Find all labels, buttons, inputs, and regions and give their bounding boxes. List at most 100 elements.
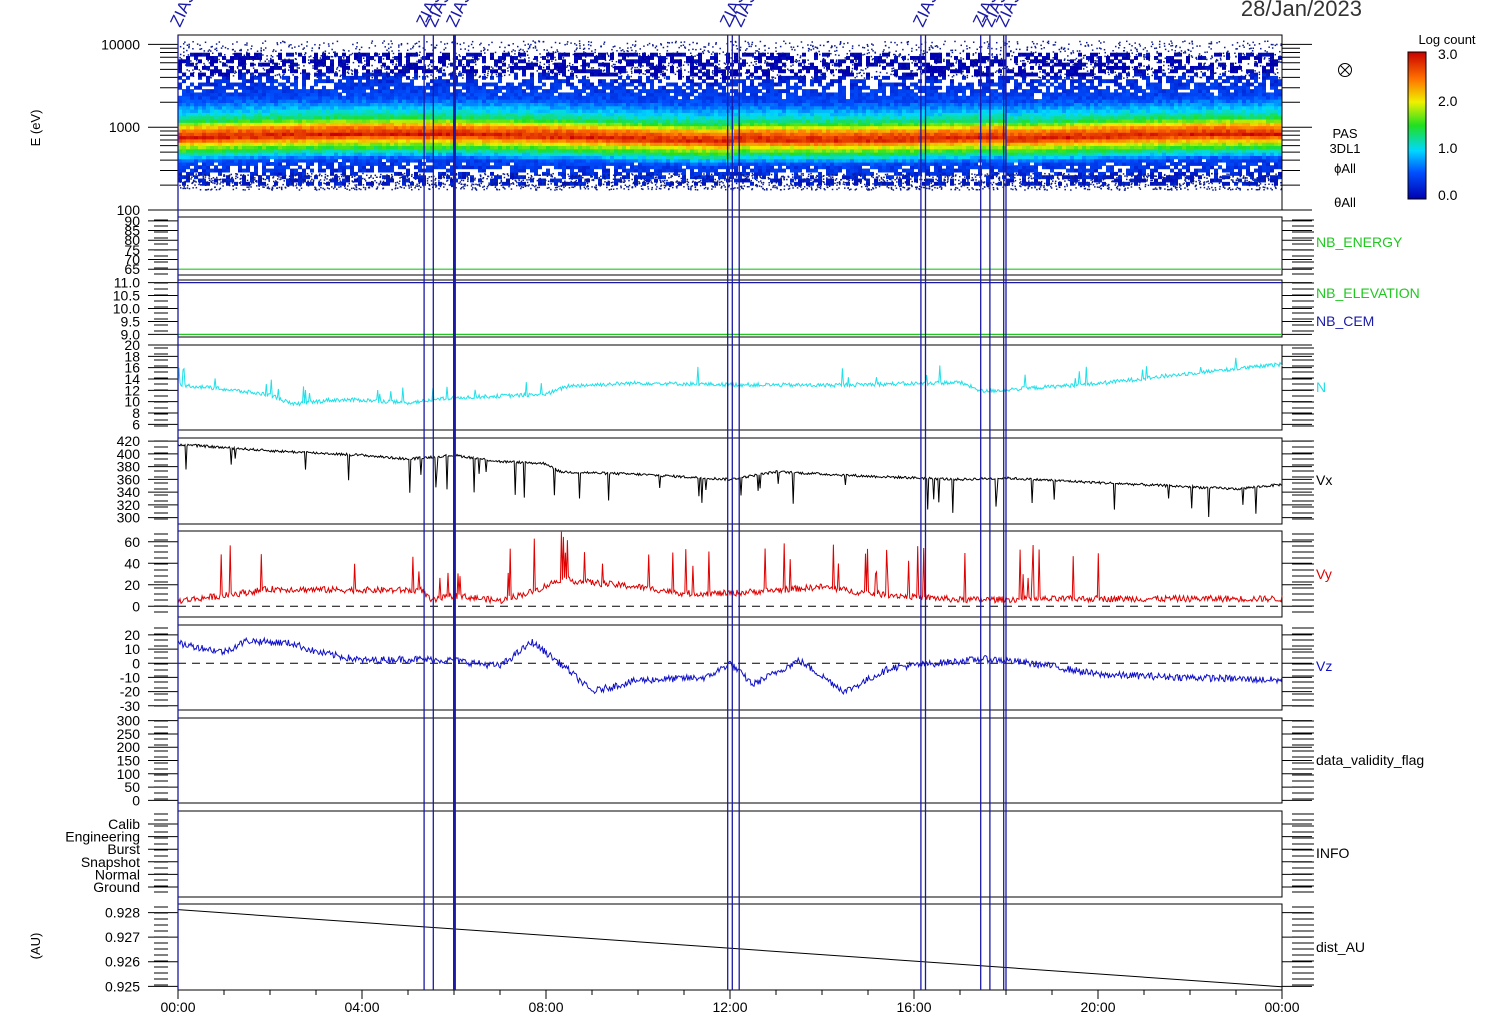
heatmap-noise: [326, 175, 329, 177]
heatmap-noise: [303, 69, 306, 72]
heatmap-cell: [194, 85, 198, 90]
spectrogram-side-label: θAll: [1334, 195, 1356, 210]
heatmap-noise: [591, 186, 593, 188]
heatmap-noise: [343, 75, 346, 77]
heatmap-noise: [474, 187, 476, 189]
heatmap-noise: [547, 56, 549, 59]
heatmap-noise: [439, 185, 442, 188]
heatmap-noise: [518, 51, 520, 54]
heatmap-noise: [556, 50, 559, 53]
heatmap-noise: [334, 186, 336, 188]
heatmap-noise: [300, 72, 302, 75]
heatmap-noise: [208, 49, 211, 51]
heatmap-noise: [466, 63, 469, 65]
heatmap-noise: [467, 178, 469, 181]
heatmap-noise: [222, 63, 224, 66]
heatmap-noise: [240, 174, 242, 176]
heatmap-noise: [550, 175, 552, 177]
heatmap-cell: [198, 59, 202, 64]
heatmap-noise: [554, 182, 556, 185]
heatmap-noise: [570, 73, 573, 75]
heatmap-noise: [255, 57, 258, 59]
heatmap-noise: [236, 184, 238, 186]
heatmap-noise: [434, 46, 437, 49]
heatmap-noise: [403, 187, 405, 189]
heatmap-noise: [530, 187, 532, 190]
heatmap-noise: [384, 68, 386, 70]
heatmap-noise: [542, 70, 545, 73]
heatmap-noise: [370, 42, 373, 44]
heatmap-noise: [276, 42, 278, 44]
heatmap-noise: [288, 44, 291, 47]
heatmap-noise: [400, 186, 403, 189]
heatmap-noise: [282, 74, 284, 77]
heatmap-noise: [426, 57, 429, 59]
heatmap-noise: [383, 54, 386, 57]
heatmap-cell: [486, 89, 490, 94]
heatmap-noise: [364, 188, 367, 191]
heatmap-noise: [254, 63, 256, 66]
heatmap-noise: [278, 63, 280, 65]
heatmap-noise: [366, 61, 369, 63]
heatmap-noise: [203, 62, 205, 65]
heatmap-noise: [255, 180, 257, 183]
heatmap-noise: [590, 70, 592, 73]
heatmap-cell: [526, 62, 530, 67]
heatmap-noise: [508, 184, 511, 186]
heatmap-noise: [395, 64, 397, 66]
heatmap-cell: [554, 95, 558, 100]
heatmap-cell: [266, 168, 270, 173]
heatmap-noise: [474, 179, 476, 181]
heatmap-noise: [188, 43, 190, 46]
heatmap-noise: [531, 75, 534, 77]
heatmap-noise: [547, 173, 550, 175]
heatmap-noise: [328, 45, 330, 47]
heatmap-noise: [508, 185, 510, 188]
heatmap-cell: [586, 69, 590, 74]
heatmap-noise: [408, 177, 410, 180]
heatmap-cell: [402, 165, 406, 170]
heatmap-noise: [266, 58, 268, 61]
heatmap-noise: [180, 187, 182, 189]
heatmap-noise: [536, 60, 538, 62]
heatmap-noise: [306, 41, 309, 43]
heatmap-cell: [594, 85, 598, 90]
heatmap-noise: [472, 56, 474, 59]
heatmap-noise: [458, 182, 460, 185]
heatmap-noise: [406, 71, 408, 74]
heatmap-noise: [315, 60, 318, 62]
heatmap-noise: [587, 41, 590, 43]
heatmap-noise: [571, 64, 574, 66]
heatmap-noise: [394, 184, 397, 187]
heatmap-noise: [182, 183, 184, 186]
heatmap-noise: [524, 176, 526, 178]
heatmap-noise: [483, 46, 485, 49]
heatmap-noise: [334, 51, 336, 53]
heatmap-noise: [340, 173, 342, 176]
heatmap-noise: [324, 50, 327, 52]
heatmap-noise: [219, 52, 222, 54]
heatmap-noise: [515, 173, 518, 175]
heatmap-cell: [414, 85, 418, 90]
heatmap-noise: [482, 180, 484, 183]
heatmap-noise: [528, 45, 531, 47]
heatmap-noise: [430, 180, 433, 182]
heatmap-noise: [224, 179, 226, 182]
heatmap-cell: [586, 79, 590, 84]
heatmap-noise: [210, 189, 212, 191]
heatmap-noise: [179, 180, 182, 183]
heatmap-noise: [246, 184, 249, 186]
heatmap-cell: [330, 89, 334, 94]
heatmap-noise: [203, 72, 206, 75]
heatmap-noise: [499, 73, 502, 75]
heatmap-noise: [355, 71, 357, 74]
heatmap-cell: [474, 69, 478, 74]
heatmap-noise: [582, 44, 585, 46]
heatmap-noise: [486, 187, 488, 190]
heatmap-cell: [566, 92, 570, 97]
heatmap-noise: [446, 66, 449, 68]
heatmap-noise: [439, 51, 442, 54]
heatmap-cell: [406, 82, 410, 87]
heatmap-noise: [543, 58, 546, 60]
heatmap-noise: [368, 187, 371, 189]
